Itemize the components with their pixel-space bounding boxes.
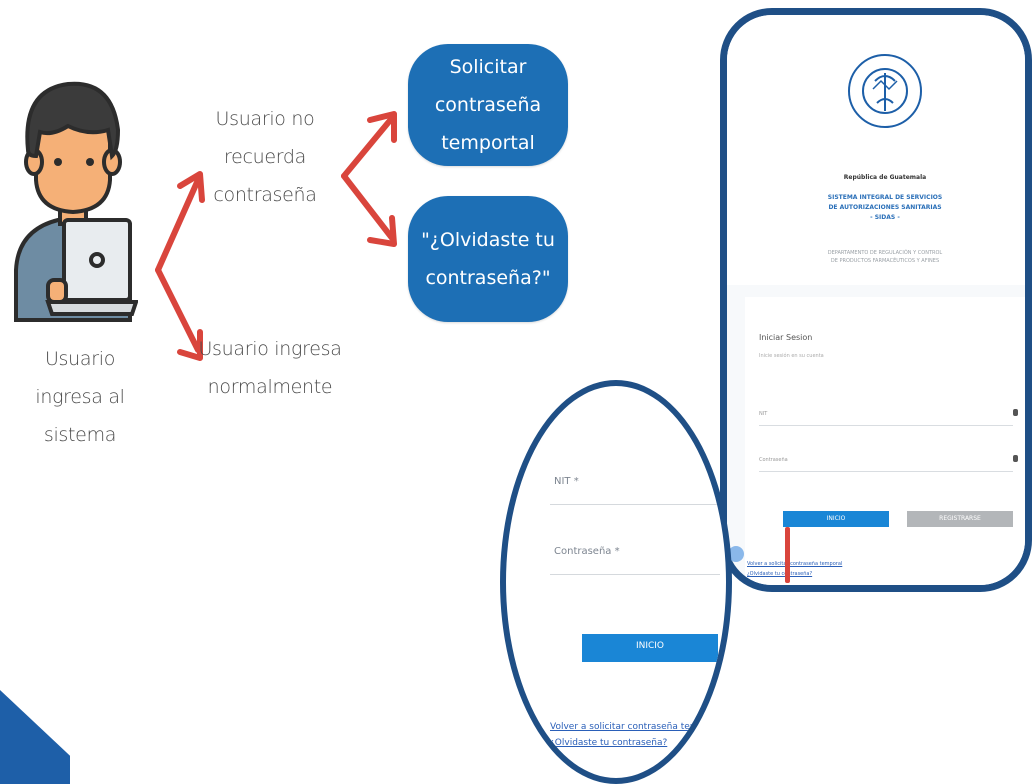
republic-label: República de Guatemala (843, 174, 927, 181)
temporal-password-link[interactable]: Volver a solicitar contraseña temporal (747, 561, 842, 567)
arrow-down-icon (155, 267, 201, 353)
option-olvidaste-line: contraseña?" (425, 267, 551, 289)
login-header: República de Guatemala SISTEMA INTEGRAL … (727, 15, 1025, 285)
department-name: DEPARTAMENTO DE REGULACIÓN Y CONTROL DE … (817, 249, 953, 265)
department-name-line: DE PRODUCTOS FARMACÉUTICOS Y AFINES (830, 258, 940, 264)
nit-field[interactable] (759, 425, 1013, 426)
zoom-temporal-link[interactable]: Volver a solicitar contraseña temporal (550, 722, 722, 732)
user-with-laptop-icon (14, 81, 138, 322)
branch-no-recuerda-line: recuerda (223, 146, 307, 168)
zoom-password-label: Contraseña * (554, 546, 620, 557)
system-name-line: SISTEMA INTEGRAL DE SERVICIOS (827, 194, 943, 201)
department-name-line: DEPARTAMENTO DE REGULACIÓN Y CONTROL (827, 250, 943, 256)
login-subtitle: Inicie sesión en su cuenta (759, 353, 824, 359)
password-field-label: Contraseña (759, 457, 788, 463)
user-caption-line: Usuario (44, 348, 116, 370)
option-solicitar-temporal: Solicitar contraseña temportal (408, 44, 568, 166)
user-caption: Usuario ingresa al sistema (20, 340, 140, 454)
forgot-password-link[interactable]: ¿Olvidaste tu contraseña? (747, 571, 812, 577)
option-olvidaste-line: "¿Olvidaste tu (421, 229, 555, 251)
inicio-button[interactable]: INICIO (783, 511, 889, 527)
branch-ingresa: Usuario ingresa normalmente (195, 330, 345, 406)
zoom-nit-field[interactable] (550, 504, 720, 505)
login-title: Iniciar Sesion (759, 333, 813, 342)
arrow-up-icon (155, 177, 201, 273)
system-name: SISTEMA INTEGRAL DE SERVICIOS DE AUTORIZ… (817, 193, 953, 223)
option-solicitar-temporal-line: temportal (441, 132, 535, 154)
system-name-line: - SIDAS - (870, 214, 900, 221)
zoom-password-field[interactable] (550, 574, 720, 575)
branch-ingresa-line: Usuario ingresa (198, 338, 342, 360)
lock-icon (1013, 455, 1018, 462)
branch-ingresa-line: normalmente (207, 376, 333, 398)
zoom-inicio-button[interactable]: INICIO (582, 634, 718, 662)
zoom-forgot-link[interactable]: ¿Olvidaste tu contraseña? (550, 738, 667, 748)
arrow-to-olvidaste-icon (341, 173, 395, 241)
option-arrows (341, 111, 397, 247)
red-pointer-marker (785, 527, 790, 583)
password-field[interactable] (759, 471, 1013, 472)
zoom-magnifier: NIT * Contraseña * INICIO Volver a solic… (500, 380, 732, 784)
arrow-to-temporal-icon (341, 115, 395, 179)
system-name-line: DE AUTORIZACIONES SANITARIAS (828, 204, 942, 211)
decorative-wedge (0, 690, 70, 784)
user-caption-line: sistema (43, 424, 117, 446)
branch-no-recuerda: Usuario no recuerda contraseña (200, 100, 330, 214)
nit-field-label: NIT (759, 411, 768, 417)
option-olvidaste: "¿Olvidaste tu contraseña?" (408, 196, 568, 322)
user-icon (1013, 409, 1018, 416)
ministry-seal-icon (848, 54, 922, 128)
option-solicitar-temporal-line: Solicitar contraseña (434, 56, 542, 116)
login-screenshot-frame: República de Guatemala SISTEMA INTEGRAL … (720, 8, 1032, 592)
registrarse-button[interactable]: REGISTRARSE (907, 511, 1013, 527)
zoom-nit-label: NIT * (554, 476, 579, 487)
branch-no-recuerda-line: contraseña (213, 184, 317, 206)
user-caption-line: ingresa al (35, 386, 125, 408)
branch-no-recuerda-line: Usuario no (215, 108, 315, 130)
